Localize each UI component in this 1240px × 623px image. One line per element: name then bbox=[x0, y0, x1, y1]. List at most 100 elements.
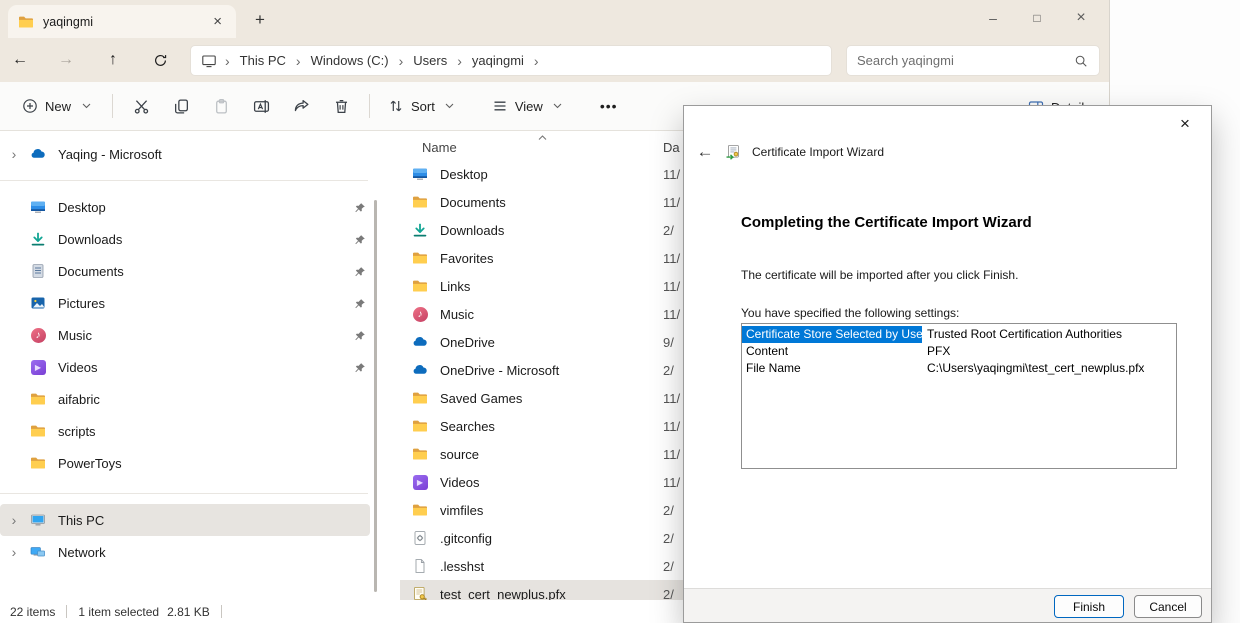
music-icon: ♪ bbox=[31, 328, 46, 343]
setting-key: Certificate Store Selected by User bbox=[742, 326, 922, 343]
sort-label: Sort bbox=[411, 99, 435, 114]
view-button[interactable]: View bbox=[482, 88, 576, 124]
selection-count: 1 item selected bbox=[78, 605, 159, 619]
file-name: Videos bbox=[440, 475, 480, 490]
sidebar-item-videos[interactable]: ▶ Videos bbox=[0, 351, 392, 383]
back-arrow-icon[interactable]: ← bbox=[694, 142, 716, 162]
sidebar-item-onedrive[interactable]: › Yaqing - Microsoft bbox=[0, 138, 392, 170]
sidebar-item-aifabric[interactable]: aifabric bbox=[0, 383, 392, 415]
file-name: Desktop bbox=[440, 167, 488, 182]
sidebar-item-pictures[interactable]: Pictures bbox=[0, 287, 392, 319]
up-button[interactable]: ↑ bbox=[97, 45, 129, 75]
sidebar-item-label: Music bbox=[58, 328, 92, 343]
back-button[interactable]: ← bbox=[4, 45, 36, 75]
address-bar[interactable]: › This PC › Windows (C:) › Users › yaqin… bbox=[190, 45, 832, 76]
paste-button[interactable] bbox=[201, 88, 241, 124]
expand-chevron-icon[interactable]: › bbox=[8, 544, 20, 560]
rename-button[interactable] bbox=[241, 88, 281, 124]
folder-icon bbox=[412, 502, 428, 518]
settings-row-certificate-store[interactable]: Certificate Store Selected by User Trust… bbox=[742, 326, 1176, 343]
sidebar-item-label: Pictures bbox=[58, 296, 105, 311]
file-name: Documents bbox=[440, 195, 506, 210]
view-icon bbox=[492, 98, 508, 114]
tab-close-icon[interactable]: × bbox=[209, 13, 226, 30]
new-tab-button[interactable]: + bbox=[248, 8, 272, 32]
column-header-name[interactable]: Name bbox=[422, 140, 457, 155]
sidebar-item-label: This PC bbox=[58, 513, 104, 528]
sidebar-item-powertoys[interactable]: PowerToys bbox=[0, 447, 392, 479]
refresh-button[interactable] bbox=[144, 45, 176, 75]
address-bar-row: ← → ↑ › This PC › Windows (C:) › Users ›… bbox=[0, 38, 1109, 82]
breadcrumb-separator: › bbox=[288, 53, 309, 69]
folder-icon bbox=[412, 194, 428, 210]
sidebar-item-label: Desktop bbox=[58, 200, 106, 215]
cancel-button[interactable]: Cancel bbox=[1134, 595, 1202, 618]
file-name: .lesshst bbox=[440, 559, 484, 574]
copy-button[interactable] bbox=[161, 88, 201, 124]
sidebar-item-this-pc[interactable]: › This PC bbox=[0, 504, 370, 536]
cut-button[interactable] bbox=[121, 88, 161, 124]
sidebar-item-label: Downloads bbox=[58, 232, 122, 247]
sidebar-item-scripts[interactable]: scripts bbox=[0, 415, 392, 447]
dialog-close-button[interactable]: × bbox=[1172, 113, 1198, 135]
sidebar-item-desktop[interactable]: Desktop bbox=[0, 191, 392, 223]
breadcrumb-windows-c[interactable]: Windows (C:) bbox=[309, 53, 391, 68]
selection-size: 2.81 KB bbox=[167, 605, 210, 619]
chevron-down-icon bbox=[550, 98, 566, 114]
file-name: Saved Games bbox=[440, 391, 522, 406]
sidebar-item-network[interactable]: › Network bbox=[0, 536, 392, 568]
sidebar-item-label: scripts bbox=[58, 424, 96, 439]
settings-table: Certificate Store Selected by User Trust… bbox=[741, 323, 1177, 469]
minimize-button[interactable]: – bbox=[971, 0, 1015, 36]
sidebar-item-music[interactable]: ♪ Music bbox=[0, 319, 392, 351]
sidebar-scrollbar[interactable] bbox=[374, 200, 377, 592]
downloads-icon bbox=[30, 231, 46, 247]
file-name: .gitconfig bbox=[440, 531, 492, 546]
settings-row-content[interactable]: Content PFX bbox=[742, 343, 1176, 360]
chevron-down-icon bbox=[442, 98, 458, 114]
share-button[interactable] bbox=[281, 88, 321, 124]
onedrive-icon bbox=[412, 362, 428, 378]
more-options-button[interactable]: ••• bbox=[590, 88, 628, 124]
search-input[interactable] bbox=[857, 53, 1073, 68]
item-count: 22 items bbox=[10, 605, 55, 619]
maximize-button[interactable]: □ bbox=[1015, 0, 1059, 36]
sidebar-item-label: Network bbox=[58, 545, 106, 560]
breadcrumb-users[interactable]: Users bbox=[411, 53, 449, 68]
toolbar-divider bbox=[369, 94, 370, 118]
new-button[interactable]: New bbox=[12, 88, 104, 124]
file-name: Searches bbox=[440, 419, 495, 434]
file-icon bbox=[412, 558, 428, 574]
expand-chevron-icon[interactable]: › bbox=[8, 512, 20, 528]
breadcrumb-this-pc[interactable]: This PC bbox=[238, 53, 288, 68]
sort-button[interactable]: Sort bbox=[378, 88, 468, 124]
breadcrumb-yaqingmi[interactable]: yaqingmi bbox=[470, 53, 526, 68]
delete-button[interactable] bbox=[321, 88, 361, 124]
settings-row-file-name[interactable]: File Name C:\Users\yaqingmi\test_cert_ne… bbox=[742, 360, 1176, 377]
sidebar-item-downloads[interactable]: Downloads bbox=[0, 223, 392, 255]
forward-button[interactable]: → bbox=[50, 45, 82, 75]
column-header-date[interactable]: Da bbox=[663, 140, 680, 155]
certificate-import-wizard-dialog: × ← Certificate Import Wizard Completing… bbox=[683, 105, 1212, 623]
wizard-body-text: The certificate will be imported after y… bbox=[741, 268, 1018, 282]
window-close-button[interactable]: × bbox=[1059, 0, 1103, 36]
file-date: 11/ bbox=[663, 419, 680, 434]
expand-chevron-icon[interactable]: › bbox=[8, 146, 20, 162]
breadcrumb-separator: › bbox=[449, 53, 470, 69]
dialog-title: Certificate Import Wizard bbox=[752, 145, 884, 159]
file-date: 2/ bbox=[663, 363, 674, 378]
file-date: 11/ bbox=[663, 195, 680, 210]
sidebar-item-label: Documents bbox=[58, 264, 124, 279]
setting-key: Content bbox=[742, 343, 922, 360]
this-pc-icon bbox=[30, 512, 46, 528]
pin-icon bbox=[352, 232, 368, 248]
explorer-tab[interactable]: yaqingmi × bbox=[8, 5, 236, 38]
file-date: 11/ bbox=[663, 447, 680, 462]
file-date: 2/ bbox=[663, 503, 674, 518]
music-icon: ♪ bbox=[413, 307, 428, 322]
setting-key: File Name bbox=[742, 360, 922, 377]
sidebar-item-documents[interactable]: Documents bbox=[0, 255, 392, 287]
search-icon bbox=[1073, 53, 1089, 69]
folder-icon bbox=[30, 391, 46, 407]
finish-button[interactable]: Finish bbox=[1054, 595, 1124, 618]
